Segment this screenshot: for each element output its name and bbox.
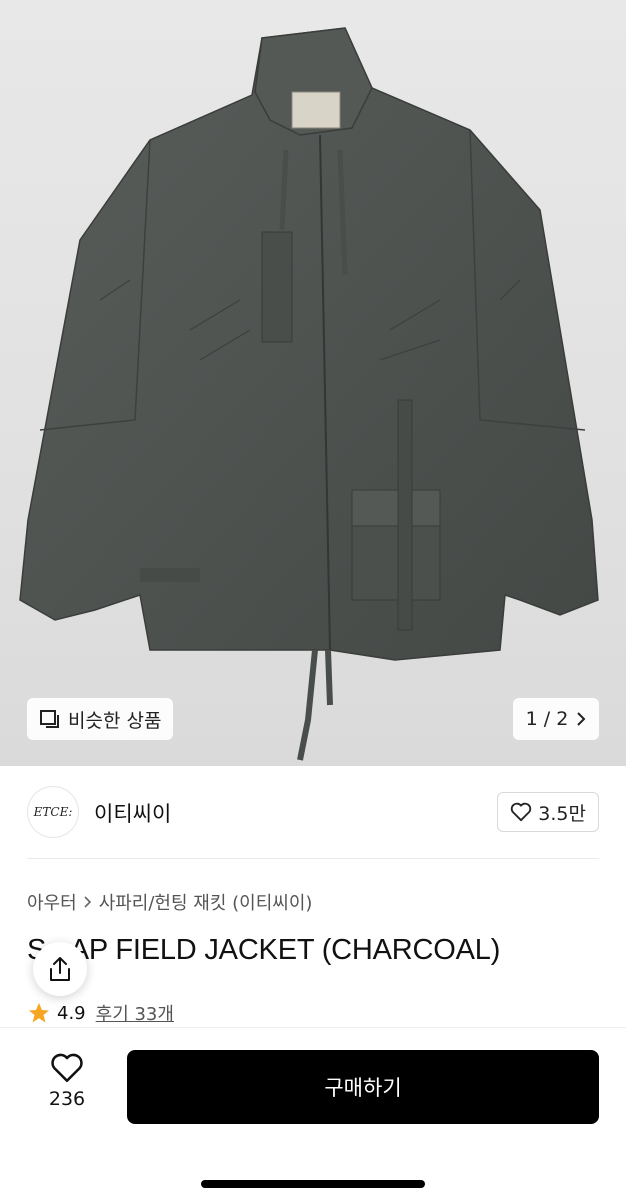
wishlist-count: 236 [48, 1088, 86, 1110]
image-pager[interactable]: 1 / 2 [513, 698, 599, 740]
similar-products-button[interactable]: 비슷한 상품 [27, 698, 174, 740]
brand-name[interactable]: 이티씨이 [94, 798, 171, 828]
similar-products-icon [40, 710, 59, 728]
chevron-right-icon [577, 712, 586, 726]
product-title: S...AP FIELD JACKET (CHARCOAL) [27, 934, 501, 966]
star-icon [29, 1003, 49, 1023]
divider [27, 858, 599, 859]
wishlist-button[interactable]: 236 [30, 1052, 104, 1110]
share-button[interactable] [33, 942, 87, 996]
brand-like-count: 3.5만 [538, 802, 586, 825]
chevron-right-icon [84, 896, 91, 908]
heart-icon [51, 1053, 83, 1083]
rating: 4.9 후기 33개 [27, 1000, 174, 1026]
home-indicator [201, 1180, 425, 1188]
similar-products-label: 비슷한 상품 [68, 709, 162, 732]
breadcrumb-item-subcategory[interactable]: 사파리/헌팅 재킷 (이티씨이) [99, 889, 313, 915]
image-pager-text: 1 / 2 [525, 708, 569, 730]
buy-button[interactable]: 구매하기 [127, 1050, 599, 1124]
heart-icon [511, 802, 532, 822]
jacket-illustration [19, 27, 599, 761]
breadcrumb-item-category[interactable]: 아우터 [27, 889, 77, 915]
brand-logo[interactable]: ETCE: [27, 786, 79, 838]
brand-row[interactable]: ETCE: 이티씨이 3.5만 [0, 766, 626, 860]
brand-like-button[interactable]: 3.5만 [497, 792, 599, 832]
breadcrumb: 아우터 사파리/헌팅 재킷 (이티씨이) [27, 889, 312, 915]
brand-logo-text: ETCE: [33, 805, 73, 819]
bottom-action-bar: 236 구매하기 [0, 1027, 626, 1200]
reviews-link[interactable]: 후기 33개 [96, 1000, 174, 1026]
rating-score: 4.9 [57, 1002, 86, 1024]
product-image[interactable]: 비슷한 상품 1 / 2 [0, 0, 626, 766]
share-icon [50, 957, 70, 981]
